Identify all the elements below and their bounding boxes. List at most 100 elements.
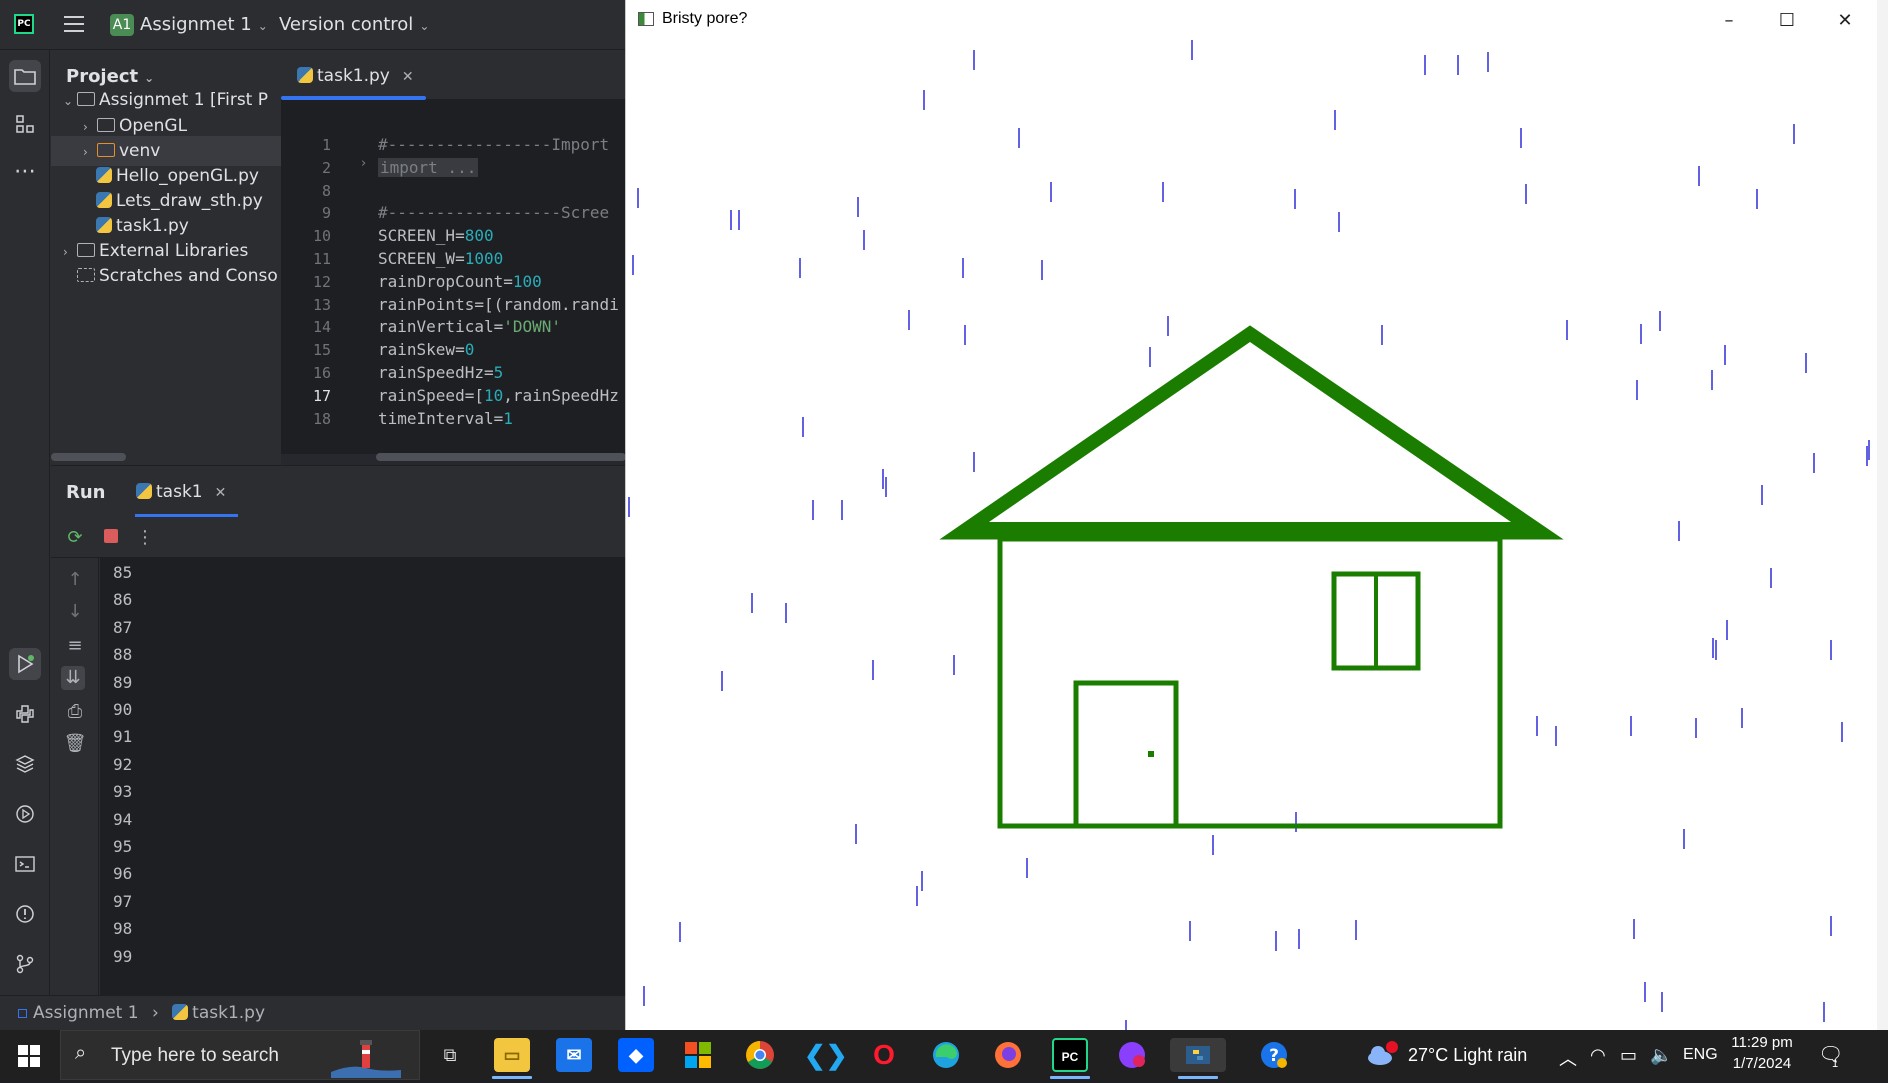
code-line[interactable]: SCREEN_W=1000 — [378, 249, 628, 268]
wifi-icon[interactable]: ◠ — [1590, 1045, 1606, 1066]
minimize-icon[interactable]: – — [1706, 8, 1752, 34]
breadcrumb-file[interactable]: task1.py — [192, 1003, 265, 1023]
tree-item[interactable]: Scratches and Conso — [51, 261, 281, 291]
folder-icon — [77, 92, 95, 106]
module-icon — [18, 1009, 27, 1018]
arrow-down-icon[interactable]: ↓ — [63, 600, 87, 624]
git-branch-icon[interactable] — [9, 948, 41, 980]
scroll-to-end-icon[interactable]: ⇊ — [61, 666, 85, 690]
code-line[interactable]: rainSpeedHz=5 — [378, 363, 628, 382]
windows-start-icon[interactable] — [18, 1045, 40, 1067]
close-tab-icon[interactable]: ✕ — [215, 485, 227, 501]
output-line: 99 — [113, 946, 133, 966]
close-tab-icon[interactable]: ✕ — [402, 69, 414, 85]
print-icon[interactable]: ⎙ — [63, 700, 87, 724]
line-number: 18 — [312, 409, 331, 428]
breadcrumb-project[interactable]: Assignmet 1 — [33, 1003, 139, 1023]
stop-icon[interactable] — [104, 529, 118, 543]
task-view-icon[interactable]: ⧉ — [432, 1038, 468, 1072]
version-control-menu[interactable]: Version control ⌄ — [279, 12, 429, 38]
project-panel-title[interactable]: Project ⌄ — [66, 66, 154, 87]
file-explorer-icon[interactable]: ▭ — [494, 1038, 530, 1072]
run-output[interactable] — [100, 558, 625, 996]
left-tool-strip: ⋯ — [0, 50, 50, 995]
python-taskbar-icon[interactable] — [1170, 1038, 1226, 1072]
tree-item-label: task1.py — [116, 216, 189, 236]
structure-icon[interactable] — [9, 108, 41, 140]
battery-icon[interactable]: ▭ — [1620, 1045, 1637, 1066]
clock[interactable]: 11:29 pm 1/7/2024 — [1727, 1034, 1797, 1072]
edge-icon[interactable] — [928, 1038, 964, 1072]
output-line: 89 — [113, 672, 133, 692]
code-line[interactable]: #-----------------Import — [378, 135, 628, 154]
trash-icon[interactable]: 🗑 — [63, 732, 87, 756]
project-switcher[interactable]: A1 Assignmet 1 ⌄ — [110, 12, 268, 38]
pycharm-logo-icon[interactable]: PC — [14, 14, 34, 34]
language-indicator[interactable]: ENG — [1683, 1046, 1718, 1064]
output-line: 85 — [113, 563, 133, 582]
help-icon[interactable]: ? — [1256, 1038, 1292, 1072]
python-file-icon — [172, 1004, 189, 1020]
layers-icon[interactable] — [9, 748, 41, 780]
rerun-icon[interactable]: ⟳ — [63, 526, 87, 550]
code-line[interactable]: rainDropCount=100 — [378, 272, 628, 291]
output-line: 87 — [113, 617, 133, 637]
messenger-icon[interactable] — [1114, 1038, 1150, 1072]
output-line: 93 — [113, 782, 133, 802]
weather-text[interactable]: 27°C Light rain — [1408, 1045, 1527, 1066]
chrome-icon[interactable] — [742, 1038, 778, 1072]
taskbar-search[interactable]: ⌕ Type here to search — [60, 1030, 420, 1080]
python-file-icon — [96, 167, 112, 183]
dropbox-icon[interactable]: ◆ — [618, 1038, 654, 1072]
code-line[interactable]: import ... — [378, 157, 479, 177]
firefox-icon[interactable] — [990, 1038, 1026, 1072]
speaker-icon[interactable]: 🔈 — [1650, 1045, 1672, 1066]
python-console-icon[interactable] — [9, 698, 41, 730]
vscode-icon[interactable]: ❮❯ — [804, 1038, 848, 1072]
run-tab-task1[interactable]: task1 ✕ — [136, 482, 226, 502]
editor-scrollbar[interactable] — [376, 453, 626, 461]
code-line[interactable]: rainSpeed=[10,rainSpeedHz — [378, 386, 628, 405]
code-line[interactable]: rainSkew=0 — [378, 340, 628, 359]
problems-icon[interactable] — [9, 898, 41, 930]
window-title: Bristy pore? — [662, 10, 748, 27]
terminal-icon[interactable] — [9, 848, 41, 880]
code-line[interactable]: rainVertical='DOWN' — [378, 317, 628, 336]
maximize-icon[interactable]: ☐ — [1764, 8, 1810, 34]
close-icon[interactable]: ✕ — [1822, 8, 1868, 34]
output-line: 96 — [113, 864, 133, 884]
excluded-folder-icon — [97, 143, 115, 157]
pycharm-taskbar-icon[interactable]: PC — [1052, 1038, 1088, 1072]
notification-center-icon[interactable]: 🗨 — [1818, 1042, 1843, 1067]
services-icon[interactable] — [9, 798, 41, 830]
tree-item-label: Lets_draw_sth.py — [116, 191, 263, 211]
horizontal-scrollbar[interactable] — [51, 453, 126, 461]
opera-icon[interactable]: O — [866, 1038, 902, 1072]
microsoft-store-icon[interactable] — [680, 1038, 716, 1072]
tree-item-label: venv — [119, 141, 161, 161]
roof-eave — [971, 522, 1531, 539]
fold-expand-icon[interactable]: › — [361, 156, 366, 171]
active-run-tab-indicator — [135, 514, 238, 517]
main-menu-icon[interactable] — [64, 16, 84, 32]
output-line: 98 — [113, 919, 133, 939]
arrow-up-icon[interactable]: ↑ — [63, 568, 87, 592]
run-panel-title: Run — [66, 482, 106, 503]
code-line[interactable]: SCREEN_H=800 — [378, 226, 628, 245]
line-number: 16 — [312, 364, 331, 382]
code-line[interactable]: rainPoints=[(random.randi — [378, 295, 628, 314]
more-icon[interactable]: ⋯ — [9, 156, 41, 188]
more-options-icon[interactable]: ⋮ — [133, 526, 157, 550]
tab-task1-py[interactable]: task1.py ✕ — [297, 64, 414, 88]
soft-wrap-icon[interactable]: ≡ — [63, 634, 87, 658]
python-graphics-window: Bristy pore? – ☐ ✕ — [625, 0, 1878, 1030]
weather-cloud-icon[interactable] — [1366, 1040, 1398, 1070]
folder-icon[interactable] — [9, 60, 41, 92]
chevron-up-icon[interactable]: ︿ — [1559, 1045, 1577, 1071]
output-line: 90 — [113, 700, 133, 719]
run-tool-icon[interactable] — [9, 648, 41, 680]
code-line[interactable]: timeInterval=1 — [378, 409, 628, 428]
mail-icon[interactable]: ✉ — [556, 1038, 592, 1072]
active-tab-indicator — [281, 96, 426, 100]
code-line[interactable]: #------------------Scree — [378, 203, 628, 222]
